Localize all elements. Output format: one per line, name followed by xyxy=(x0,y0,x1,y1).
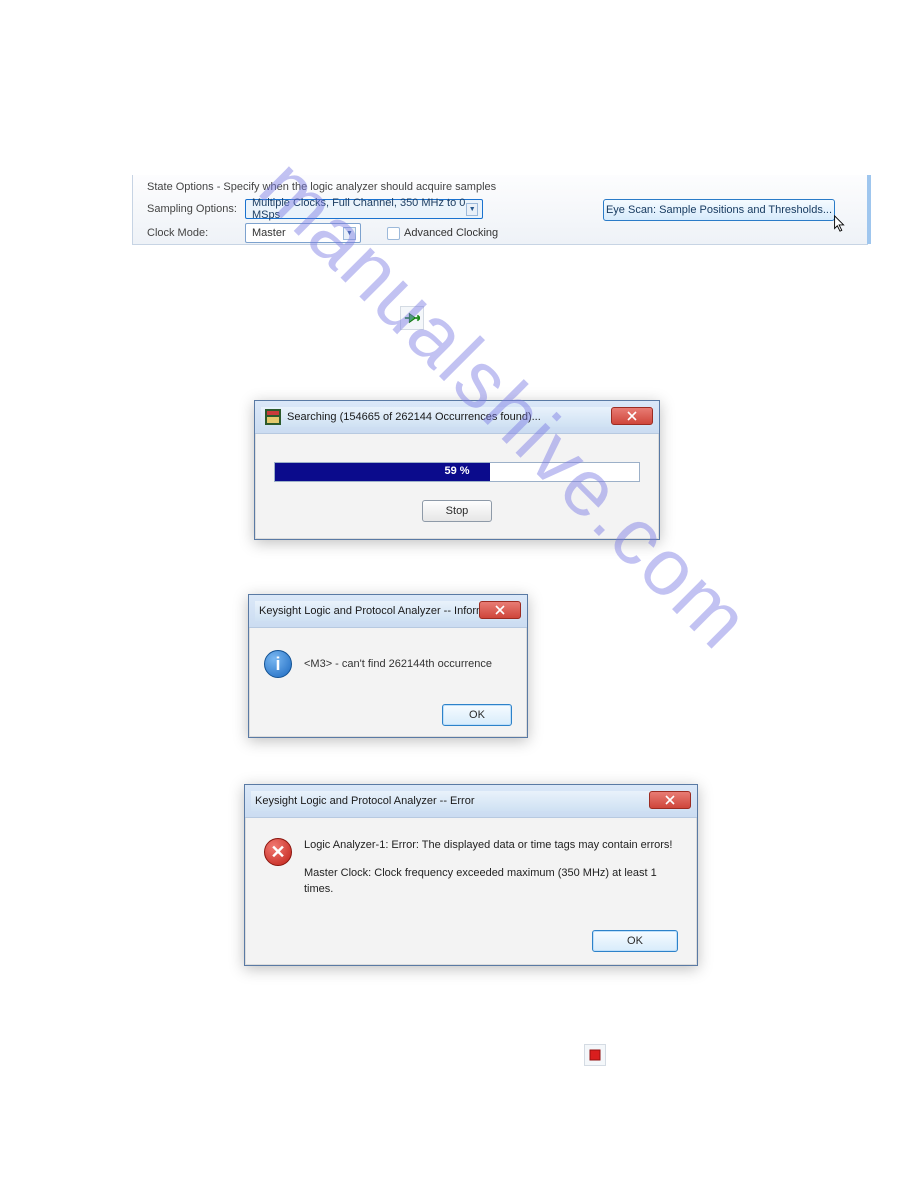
dialog-title: Keysight Logic and Protocol Analyzer -- … xyxy=(255,795,475,807)
clock-mode-value: Master xyxy=(252,227,286,239)
sampling-options-value: Multiple Clocks, Full Channel, 350 MHz t… xyxy=(252,197,466,221)
dialog-title: Keysight Logic and Protocol Analyzer -- … xyxy=(259,605,509,617)
state-options-panel: State Options - Specify when the logic a… xyxy=(132,175,868,245)
information-dialog: Keysight Logic and Protocol Analyzer -- … xyxy=(248,594,528,738)
advanced-clocking-checkbox[interactable]: Advanced Clocking xyxy=(387,227,498,240)
advanced-clocking-label: Advanced Clocking xyxy=(404,227,498,239)
info-message: <M3> - can't find 262144th occurrence xyxy=(304,658,492,670)
eye-scan-button[interactable]: Eye Scan: Sample Positions and Threshold… xyxy=(603,199,835,221)
state-options-heading: State Options - Specify when the logic a… xyxy=(147,181,496,193)
close-button[interactable] xyxy=(649,791,691,809)
checkbox-box xyxy=(387,227,400,240)
clock-mode-label: Clock Mode: xyxy=(147,227,239,239)
progress-label: 59 % xyxy=(275,465,639,477)
error-message: Logic Analyzer-1: Error: The displayed d… xyxy=(304,838,678,910)
ok-button[interactable]: OK xyxy=(592,930,678,952)
dialog-titlebar: Searching (154665 of 262144 Occurrences … xyxy=(261,407,653,427)
error-icon: ✕ xyxy=(264,838,292,866)
sampling-options-label: Sampling Options: xyxy=(147,203,239,215)
app-icon xyxy=(265,409,281,425)
dialog-title: Searching (154665 of 262144 Occurrences … xyxy=(287,411,541,423)
chevron-down-icon: ▼ xyxy=(343,227,356,240)
error-dialog: Keysight Logic and Protocol Analyzer -- … xyxy=(244,784,698,966)
panel-decoration xyxy=(867,175,871,244)
close-button[interactable] xyxy=(611,407,653,425)
searching-dialog: Searching (154665 of 262144 Occurrences … xyxy=(254,400,660,540)
run-single-icon[interactable] xyxy=(400,306,424,330)
chevron-down-icon: ▼ xyxy=(466,203,478,216)
cursor-icon xyxy=(833,215,847,233)
clock-mode-dropdown[interactable]: Master ▼ xyxy=(245,223,361,243)
ok-button[interactable]: OK xyxy=(442,704,512,726)
stop-icon[interactable] xyxy=(584,1044,606,1066)
dialog-titlebar: Keysight Logic and Protocol Analyzer -- … xyxy=(255,601,521,621)
info-icon: i xyxy=(264,650,292,678)
error-line-1: Logic Analyzer-1: Error: The displayed d… xyxy=(304,838,678,854)
progress-bar: 59 % xyxy=(274,462,640,482)
sampling-options-dropdown[interactable]: Multiple Clocks, Full Channel, 350 MHz t… xyxy=(245,199,483,219)
eye-scan-button-label: Eye Scan: Sample Positions and Threshold… xyxy=(606,204,832,216)
error-line-2: Master Clock: Clock frequency exceeded m… xyxy=(304,866,678,898)
stop-button[interactable]: Stop xyxy=(422,500,492,522)
close-button[interactable] xyxy=(479,601,521,619)
dialog-titlebar: Keysight Logic and Protocol Analyzer -- … xyxy=(251,791,691,811)
